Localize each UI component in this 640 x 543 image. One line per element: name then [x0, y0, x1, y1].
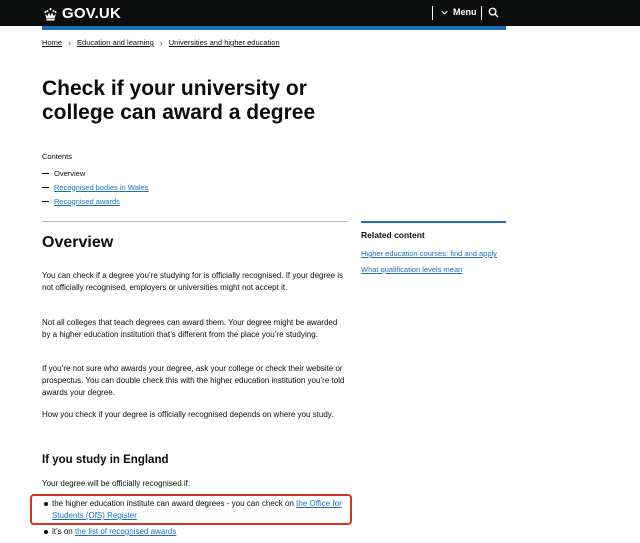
overview-paragraph: Not all colleges that teach degrees can … [42, 318, 338, 339]
related-item[interactable]: What qualification levels mean [361, 265, 497, 281]
related-link-courses[interactable]: Higher education courses: find and apply [361, 249, 497, 258]
related-divider [361, 221, 506, 223]
chevron-right-icon: › [159, 37, 163, 48]
breadcrumb-universities[interactable]: Universities and higher education [169, 38, 280, 47]
header-blue-bar [42, 26, 506, 30]
england-heading: If you study in England [42, 454, 169, 466]
related-content-list: Higher education courses: find and apply… [361, 249, 497, 281]
search-icon[interactable] [488, 7, 499, 18]
contents-list: Overview Recognised bodies in Wales Reco… [42, 166, 148, 208]
related-content-title: Related content [361, 230, 425, 240]
overview-paragraph: You can check if a degree you’re studyin… [42, 271, 344, 292]
dash-icon [42, 186, 49, 188]
menu-divider [432, 6, 433, 20]
govuk-header: GOV.UK Menu [0, 0, 640, 26]
contents-item-wales[interactable]: Recognised bodies in Wales [42, 180, 148, 194]
govuk-logo[interactable]: GOV.UK [43, 5, 121, 22]
contents-link-wales[interactable]: Recognised bodies in Wales [54, 183, 148, 192]
chevron-down-icon [441, 10, 448, 15]
list-item: it’s on the list of recognised awards [42, 526, 347, 538]
breadcrumb: Home › Education and learning › Universi… [42, 38, 280, 47]
overview-heading: Overview [42, 234, 114, 251]
overview-paragraph: If you’re not sure who awards your degre… [42, 364, 345, 397]
contents-item-label: Overview [54, 168, 86, 178]
related-item[interactable]: Higher education courses: find and apply [361, 249, 497, 265]
logo-text: GOV.UK [62, 5, 121, 22]
section-divider [42, 221, 347, 222]
page-title: Check if your university or college can … [42, 77, 316, 124]
overview-paragraph: How you check if your degree is official… [42, 410, 334, 419]
contents-label: Contents [42, 152, 73, 161]
menu-label: Menu [453, 7, 477, 17]
dash-icon [42, 172, 49, 174]
breadcrumb-education[interactable]: Education and learning [77, 38, 154, 47]
dash-icon [42, 200, 49, 202]
search-divider [481, 6, 482, 20]
recognised-awards-link[interactable]: the list of recognised awards [75, 527, 176, 536]
crown-icon [44, 7, 57, 20]
england-intro: Your degree will be officially recognise… [42, 479, 191, 488]
breadcrumb-home[interactable]: Home [42, 38, 62, 47]
list-item-text: it’s on [52, 527, 75, 536]
menu-button[interactable]: Menu [441, 7, 477, 17]
contents-item-overview: Overview [42, 166, 148, 180]
contents-item-awards[interactable]: Recognised awards [42, 194, 148, 208]
related-link-qualifications[interactable]: What qualification levels mean [361, 265, 462, 274]
chevron-right-icon: › [68, 37, 72, 48]
contents-link-awards[interactable]: Recognised awards [54, 197, 120, 206]
highlight-box [30, 494, 352, 525]
